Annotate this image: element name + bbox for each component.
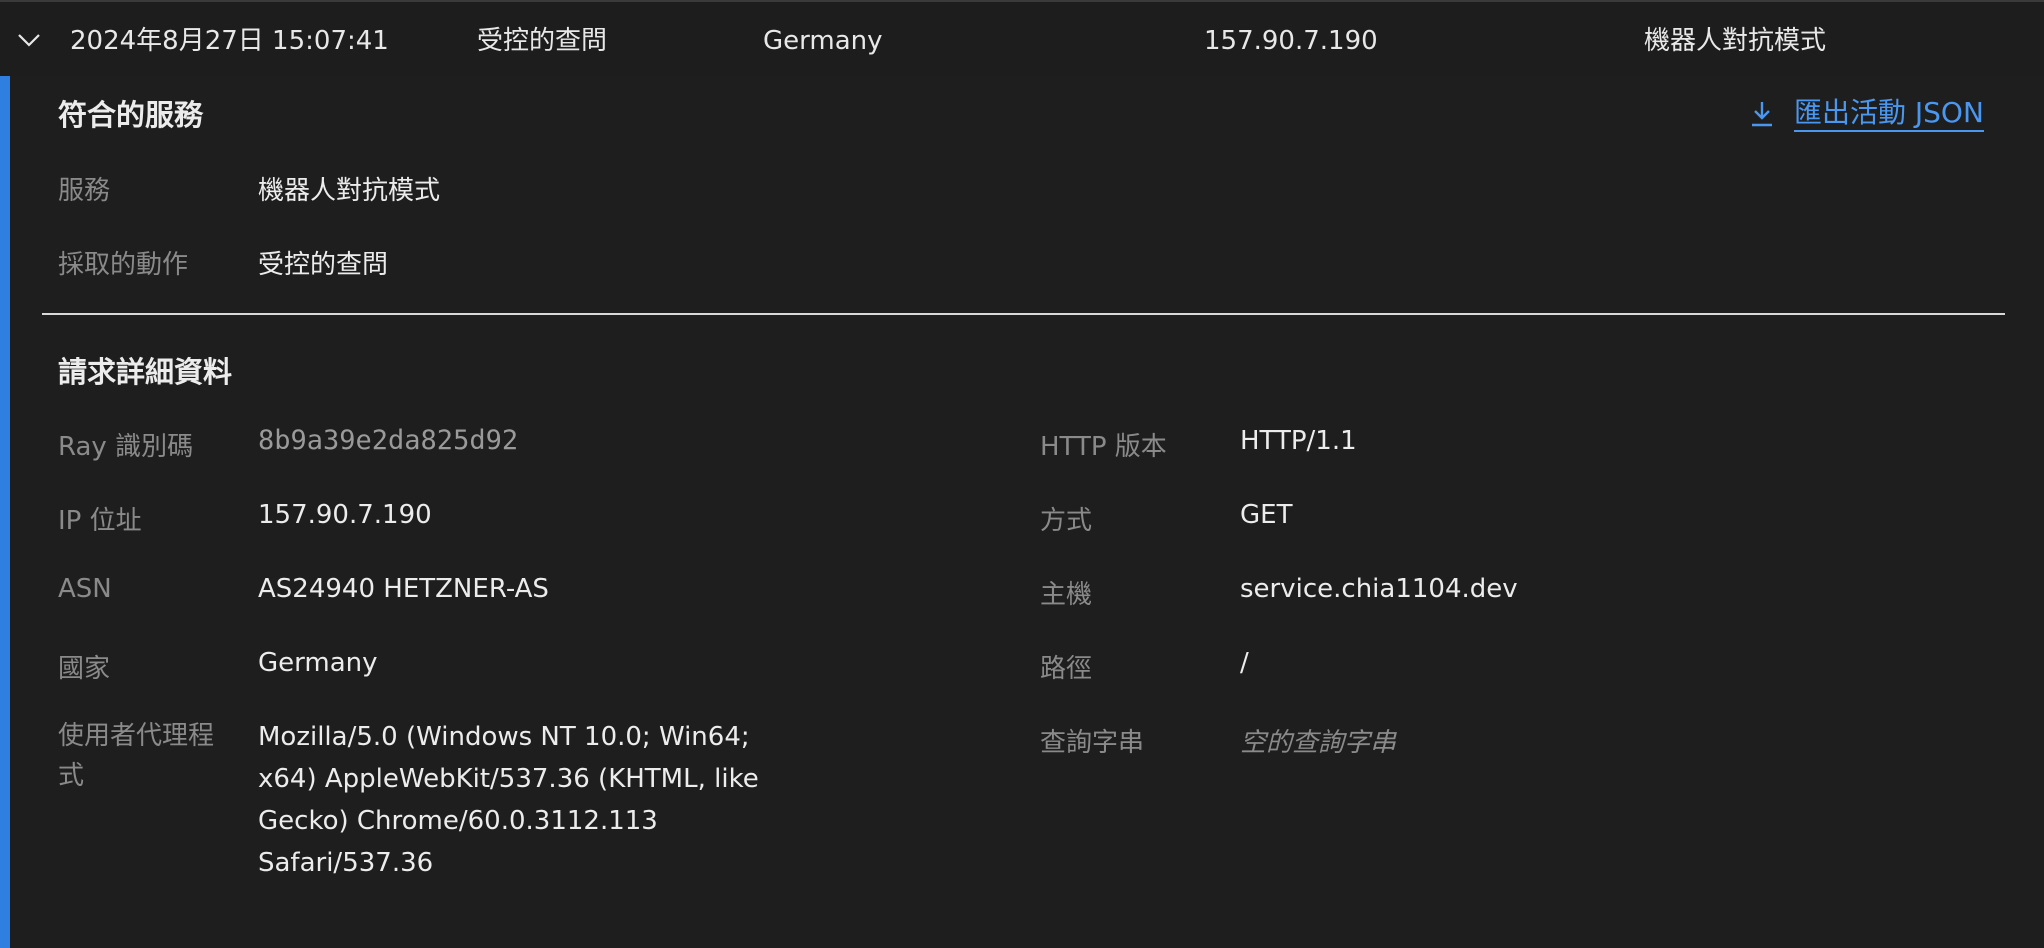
chevron-down-icon[interactable] bbox=[14, 28, 44, 52]
user-agent-label: 使用者代理程式 bbox=[58, 721, 215, 791]
method-label: 方式 bbox=[1040, 506, 1093, 536]
event-country: Germany bbox=[763, 26, 883, 56]
event-timestamp: 2024年8月27日 15:07:41 bbox=[70, 26, 389, 56]
section-divider bbox=[42, 313, 2005, 315]
event-service: 機器人對抗模式 bbox=[1644, 26, 1827, 56]
export-json-button[interactable]: 匯出活動 JSON bbox=[1748, 94, 1984, 134]
http-version-label: HTTP 版本 bbox=[1040, 432, 1167, 462]
expanded-accent-bar bbox=[0, 76, 10, 948]
service-value: 機器人對抗模式 bbox=[258, 176, 441, 206]
http-version-value: HTTP/1.1 bbox=[1240, 426, 1357, 456]
action-label: 採取的動作 bbox=[58, 250, 189, 280]
export-json-label: 匯出活動 JSON bbox=[1794, 96, 1984, 132]
query-string-label: 查詢字串 bbox=[1040, 728, 1145, 758]
matched-service-title: 符合的服務 bbox=[58, 98, 204, 132]
host-value: service.chia1104.dev bbox=[1240, 574, 1518, 604]
path-label: 路徑 bbox=[1040, 654, 1093, 684]
country-label: 國家 bbox=[58, 654, 111, 684]
country-value: Germany bbox=[258, 648, 378, 678]
action-value: 受控的查問 bbox=[258, 250, 389, 280]
path-value: / bbox=[1240, 648, 1249, 678]
ip-address-label: IP 位址 bbox=[58, 506, 142, 536]
asn-label: ASN bbox=[58, 574, 112, 604]
event-row[interactable]: 2024年8月27日 15:07:41 受控的查問 Germany 157.90… bbox=[0, 2, 2044, 76]
service-label: 服務 bbox=[58, 176, 111, 206]
event-ip: 157.90.7.190 bbox=[1204, 26, 1378, 56]
asn-value: AS24940 HETZNER-AS bbox=[258, 574, 549, 604]
ip-address-value: 157.90.7.190 bbox=[258, 500, 432, 530]
event-action: 受控的查問 bbox=[477, 26, 608, 56]
method-value: GET bbox=[1240, 500, 1293, 530]
user-agent-value: Mozilla/5.0 (Windows NT 10.0; Win64; x64… bbox=[258, 722, 759, 878]
ray-id-value: 8b9a39e2da825d92 bbox=[258, 425, 519, 456]
ray-id-label: Ray 識別碼 bbox=[58, 432, 194, 462]
download-icon bbox=[1752, 102, 1772, 127]
request-details-title: 請求詳細資料 bbox=[58, 355, 233, 389]
query-string-value: 空的查詢字串 bbox=[1240, 728, 1397, 758]
host-label: 主機 bbox=[1040, 580, 1093, 610]
